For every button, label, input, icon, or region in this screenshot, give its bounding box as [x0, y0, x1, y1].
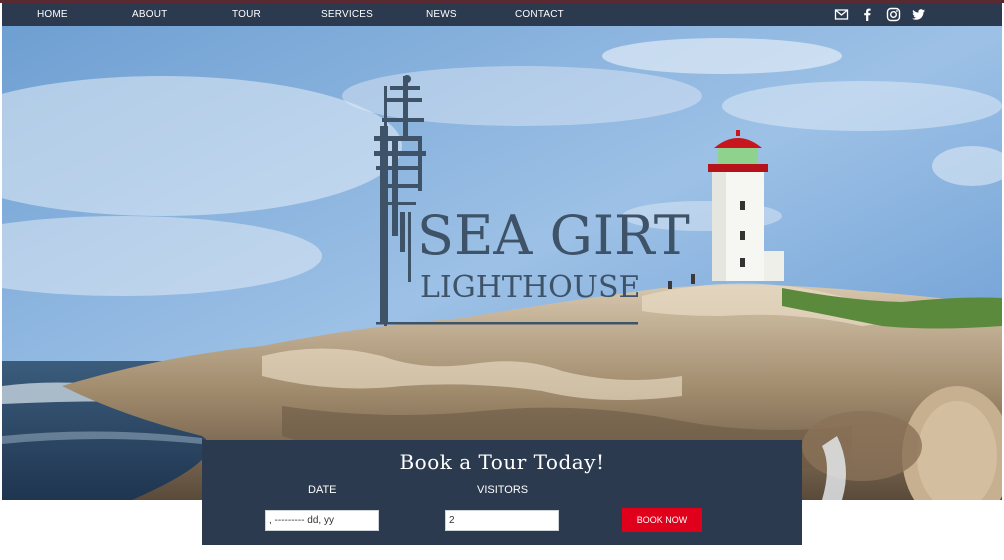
main-navigation: HOME ABOUT TOUR SERVICES NEWS CONTACT: [2, 3, 1002, 26]
instagram-icon[interactable]: [886, 7, 901, 22]
twitter-icon[interactable]: [911, 7, 926, 22]
booking-panel: Book a Tour Today! DATE VISITORS , -----…: [202, 440, 802, 545]
nav-about[interactable]: ABOUT: [132, 3, 167, 26]
nav-services[interactable]: SERVICES: [321, 3, 373, 26]
date-label: DATE: [308, 484, 337, 496]
book-now-button[interactable]: BOOK NOW: [622, 508, 702, 532]
visitors-label: VISITORS: [477, 484, 529, 496]
mail-icon[interactable]: [834, 7, 849, 22]
nav-contact[interactable]: CONTACT: [515, 3, 564, 26]
nav-tour[interactable]: TOUR: [232, 3, 261, 26]
booking-title: Book a Tour Today!: [399, 450, 605, 474]
date-field[interactable]: , --------- dd, yy: [265, 510, 379, 531]
nav-news[interactable]: NEWS: [426, 3, 457, 26]
logo-sea-girt: SEA GIRT: [417, 204, 690, 267]
logo-lighthouse: LIGHTHOUSE: [420, 270, 641, 305]
facebook-icon[interactable]: [860, 7, 875, 22]
hero-banner: SEA GIRT LIGHTHOUSE: [2, 26, 1002, 500]
nav-home[interactable]: HOME: [37, 3, 68, 26]
visitors-field[interactable]: 2: [445, 510, 559, 531]
